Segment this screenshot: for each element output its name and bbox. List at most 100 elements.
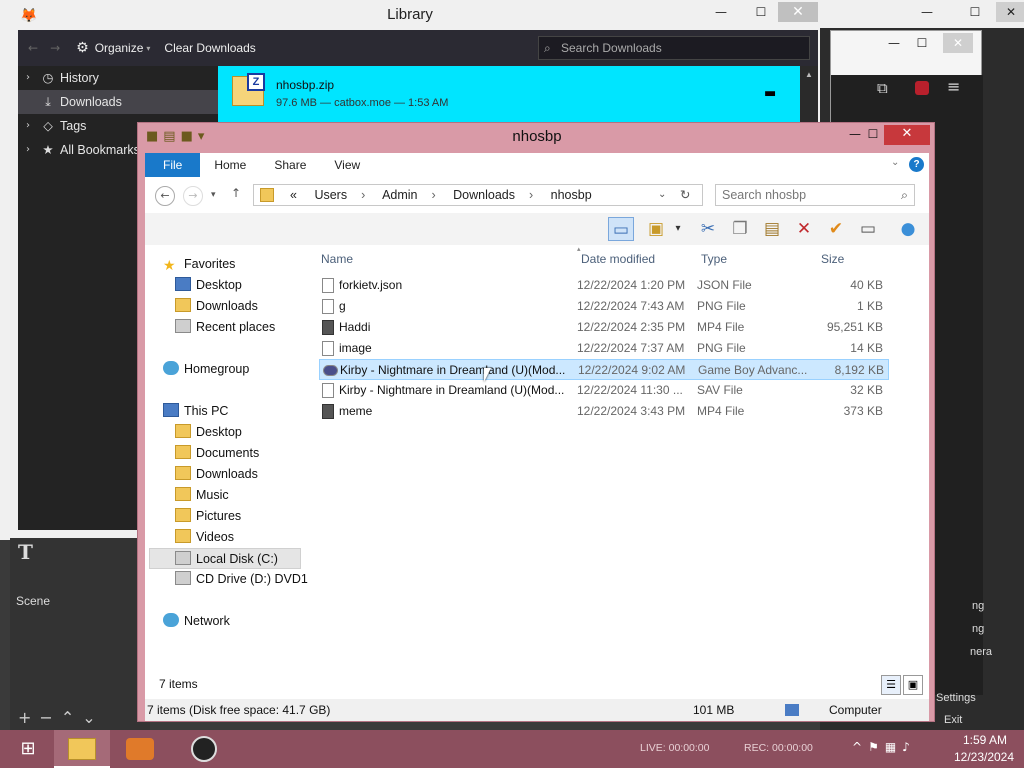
tab-home[interactable]: Home [200,153,260,177]
back-button[interactable]: ← [155,186,175,206]
back-icon[interactable]: ← [28,41,38,55]
table-row[interactable]: g 12/22/2024 7:43 AM PNG File 1 KB [319,296,889,317]
firefox-task-icon[interactable] [112,730,168,768]
breadcrumb-downloads[interactable]: Downloads [453,188,515,202]
nav-pc-videos[interactable]: Videos [175,527,234,548]
rename-icon[interactable]: ▭ [855,217,881,241]
folder-icon [175,487,191,501]
menu-icon[interactable]: ≡ [947,77,960,96]
breadcrumb-admin[interactable]: Admin [382,188,417,202]
help-icon[interactable]: ? [909,157,924,172]
download-item[interactable]: Z nhosbp.zip 97.6 MB — catbox.moe — 1:53… [218,66,800,124]
column-header-date[interactable]: Date modified [581,249,655,269]
minimize-icon[interactable]: — [879,33,909,53]
volume-icon[interactable]: ♪ [902,740,916,754]
nav-local-disk[interactable]: Local Disk (C:) [149,548,301,569]
breadcrumb-users[interactable]: Users [314,188,347,202]
column-header-size[interactable]: Size [821,249,844,269]
up-icon[interactable]: ⌃ [61,708,82,727]
remove-icon[interactable]: − [39,708,60,727]
table-row[interactable]: Kirby - Nightmare in Dreamland (U)(Mod..… [319,359,889,380]
clear-downloads-button[interactable]: Clear Downloads [164,41,255,55]
minimize-icon[interactable]: — [706,2,736,22]
up-icon[interactable]: ↑ [231,186,241,200]
clock-date[interactable]: 12/23/2024 [944,750,1024,764]
nav-favorites[interactable]: ★ Favorites [163,254,235,275]
close-icon[interactable]: ✕ [996,2,1024,22]
file-explorer-task-icon[interactable] [54,730,110,768]
tab-file[interactable]: File [145,153,201,177]
obs-menu-item[interactable]: ng [972,600,984,612]
tab-view[interactable]: View [320,153,374,177]
maximize-icon[interactable]: ☐ [907,33,937,53]
address-input[interactable]: « Users › Admin › Downloads › nhosbp ⌄ ↻ [253,184,703,206]
chevron-down-icon[interactable]: ⌄ [891,157,899,168]
nav-cd-drive[interactable]: CD Drive (D:) DVD1 [175,569,308,590]
chevron-down-icon[interactable]: ▾ [665,217,691,241]
windows-start-icon[interactable]: ⊞ [0,730,56,768]
extensions-icon[interactable]: ⧉ [877,79,888,97]
ublock-icon[interactable] [915,81,929,95]
nav-fav-downloads[interactable]: Downloads [175,296,258,317]
file-name: image [339,341,372,355]
sidebar-item-history[interactable]: › ◷ History [18,66,218,90]
organize-button[interactable]: Organize [95,41,144,55]
checkmark-icon[interactable]: ✔ [823,217,849,241]
nav-fav-desktop[interactable]: Desktop [175,275,242,296]
add-icon[interactable]: + [18,708,39,727]
down-icon[interactable]: ⌄ [82,708,103,727]
column-header-type[interactable]: Type [701,249,727,269]
search-downloads-input[interactable]: ⌕ Search Downloads [538,36,810,60]
sidebar-item-downloads[interactable]: ⤓ Downloads [18,90,218,114]
nav-pc-music[interactable]: Music [175,485,229,506]
obs-exit-button[interactable]: Exit [944,714,962,726]
nav-network[interactable]: Network [163,611,230,632]
refresh-icon[interactable]: ↻ [680,185,690,205]
show-hidden-icon[interactable]: ^ [852,740,868,754]
nav-pc-documents[interactable]: Documents [175,443,259,464]
scroll-up-icon[interactable]: ▲ [800,70,818,79]
chevron-down-icon[interactable]: ⌄ [658,185,666,205]
paste-icon[interactable]: ▤ [759,217,785,241]
search-explorer-input[interactable]: Search nhosbp ⌕ [715,184,915,206]
tab-share[interactable]: Share [260,153,320,177]
nav-pc-pictures[interactable]: Pictures [175,506,241,527]
close-icon[interactable]: ✕ [778,2,818,22]
globe-icon[interactable]: ● [895,217,921,241]
cut-icon[interactable]: ✂ [695,217,721,241]
flag-icon[interactable]: ⚑ [868,740,885,754]
recent-locations-icon[interactable]: ▾ [211,189,216,200]
obs-settings-button[interactable]: Settings [936,692,976,704]
column-header-name[interactable]: Name [321,249,353,269]
network-tray-icon[interactable]: ▦ [885,740,902,754]
preview-pane-icon[interactable]: ▭ [608,217,634,241]
maximize-icon[interactable]: ☐ [960,2,990,22]
table-row[interactable]: Haddi 12/22/2024 2:35 PM MP4 File 95,251 KB [319,317,889,338]
table-row[interactable]: forkietv.json 12/22/2024 1:20 PM JSON File… [319,275,889,296]
delete-icon[interactable]: ✕ [791,217,817,241]
table-row[interactable]: meme 12/22/2024 3:43 PM MP4 File 373 KB [319,401,889,422]
clock-time[interactable]: 1:59 AM [950,733,1020,747]
large-icons-view-icon[interactable]: ▣ [903,675,923,695]
nav-this-pc[interactable]: This PC [163,401,228,422]
nav-pc-downloads[interactable]: Downloads [175,464,258,485]
nav-pc-desktop[interactable]: Desktop [175,422,242,443]
obs-menu-item[interactable]: nera [970,646,992,658]
close-icon[interactable]: ✕ [943,33,973,53]
details-view-icon[interactable]: ☰ [881,675,901,695]
copy-icon[interactable]: ❐ [727,217,753,241]
forward-button[interactable]: → [183,186,203,206]
breadcrumb-prefix[interactable]: « [290,188,297,202]
nav-fav-recent[interactable]: Recent places [175,317,275,338]
obs-task-icon[interactable] [176,730,232,768]
maximize-icon[interactable]: ☐ [746,2,776,22]
table-row[interactable]: Kirby - Nightmare in Dreamland (U)(Mod..… [319,380,889,401]
close-icon[interactable]: ✕ [884,125,930,145]
obs-menu-item[interactable]: ng [972,623,984,635]
minimize-icon[interactable]: — [912,2,942,22]
nav-homegroup[interactable]: Homegroup [163,359,249,380]
forward-icon[interactable]: → [50,41,60,55]
table-row[interactable]: image 12/22/2024 7:37 AM PNG File 14 KB [319,338,889,359]
open-folder-icon[interactable]: ▬ [764,86,776,101]
breadcrumb-nhosbp[interactable]: nhosbp [551,188,592,202]
